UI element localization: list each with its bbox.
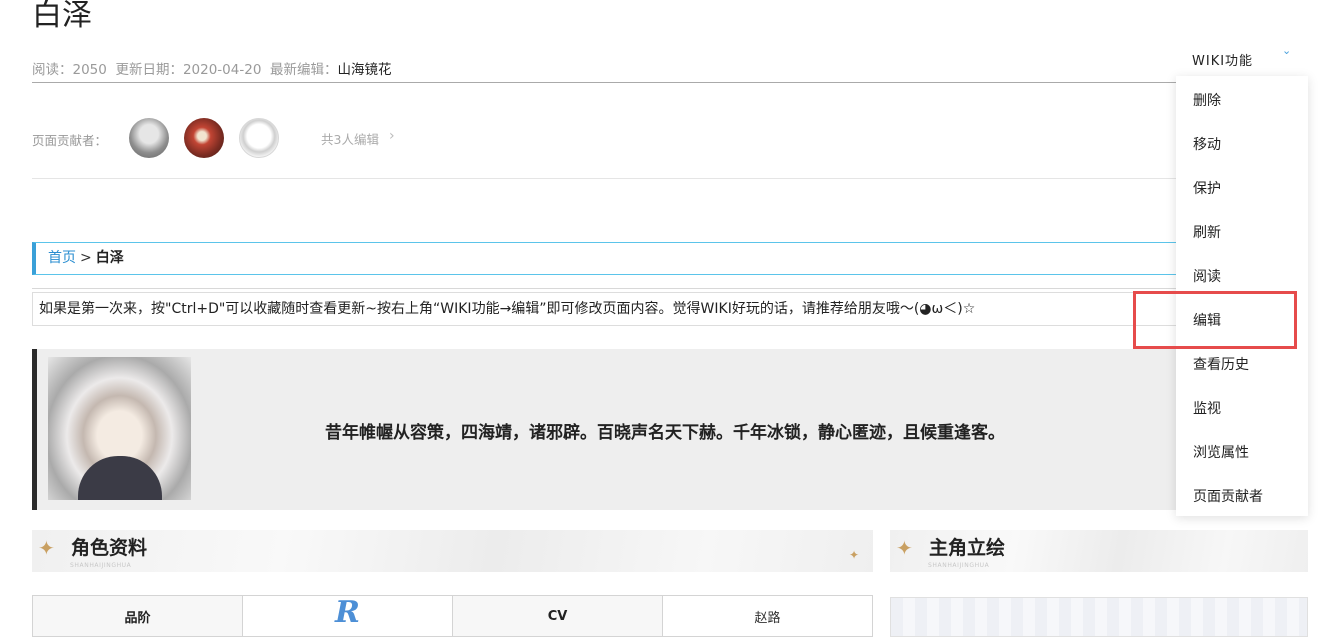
breadcrumb: 首页 > 白泽 [32, 242, 1177, 275]
chevron-down-icon[interactable]: ⌄ [1282, 44, 1291, 57]
rank-r-icon: R [335, 594, 360, 630]
character-artwork [890, 597, 1308, 637]
section-title: 角色资料 [71, 537, 148, 559]
updated-date: 2020-04-20 [182, 62, 262, 78]
menu-item-watch[interactable]: 监视 [1193, 398, 1221, 418]
section-header-art: ✦ 主角立绘 SHANHAIJINGHUA [890, 530, 1308, 572]
menu-item-protect[interactable]: 保护 [1193, 178, 1221, 198]
menu-item-move[interactable]: 移动 [1193, 134, 1221, 154]
breadcrumb-home-link[interactable]: 首页 [48, 250, 76, 266]
menu-item-delete[interactable]: 删除 [1193, 90, 1221, 110]
reads-label: 阅读： [32, 62, 73, 78]
updated-label: 更新日期： [115, 62, 183, 78]
page-meta: 阅读：2050 更新日期：2020-04-20 最新编辑：山海镜花 [32, 58, 392, 78]
menu-item-contributors[interactable]: 页面贡献者 [1193, 486, 1263, 506]
section-header-profile: ✦ 角色资料 SHANHAIJINGHUA ✦ [32, 530, 873, 572]
section-title: 主角立绘 [929, 537, 1006, 559]
cv-value: 赵路 [662, 595, 873, 637]
reads-count: 2050 [72, 62, 107, 78]
menu-item-history[interactable]: 查看历史 [1193, 354, 1249, 374]
contributors-total-link[interactable]: 共3人编辑 [321, 129, 379, 148]
character-portrait [48, 357, 191, 500]
contributor-avatar[interactable] [129, 118, 169, 158]
sparkle-icon: ✦ [38, 536, 55, 560]
edit-highlight-box [1133, 291, 1297, 349]
rank-cell: R [242, 594, 453, 637]
notice-bar: 如果是第一次来，按"Ctrl+D"可以收藏随时查看更新~按右上角“WIKI功能→… [32, 292, 1177, 326]
meta-divider [32, 82, 1177, 83]
menu-item-read[interactable]: 阅读 [1193, 266, 1221, 286]
contributor-avatar[interactable] [239, 118, 279, 158]
latest-editor-link[interactable]: 山海镜花 [338, 62, 392, 78]
breadcrumb-separator: > [80, 250, 92, 266]
section-subtitle: SHANHAIJINGHUA [928, 562, 990, 569]
menu-item-properties[interactable]: 浏览属性 [1193, 442, 1249, 462]
contributors-label: 页面贡献者： [32, 133, 108, 148]
section-subtitle: SHANHAIJINGHUA [70, 562, 132, 569]
sparkle-icon: ✦ [848, 548, 859, 562]
cv-label: CV [452, 595, 663, 637]
chevron-right-icon[interactable]: › [389, 128, 395, 144]
table-row: 品阶 R CV 赵路 [32, 594, 873, 637]
editor-label: 最新编辑： [270, 62, 338, 78]
breadcrumb-current: 白泽 [95, 250, 124, 266]
wiki-functions-button[interactable]: WIKI功能 [1192, 50, 1253, 69]
contributors-divider [32, 178, 1177, 179]
menu-item-refresh[interactable]: 刷新 [1193, 222, 1221, 242]
page-title: 白泽 [32, 0, 92, 33]
contributor-avatar[interactable] [184, 118, 224, 158]
rank-label: 品阶 [32, 595, 243, 637]
sparkle-icon: ✦ [896, 536, 913, 560]
character-quote: 昔年帷幄从容策，四海靖，诸邪辟。百晓声名天下赫。千年冰锁，静心匿迹，且候重逢客。 [325, 423, 1005, 443]
divider [32, 288, 1177, 289]
